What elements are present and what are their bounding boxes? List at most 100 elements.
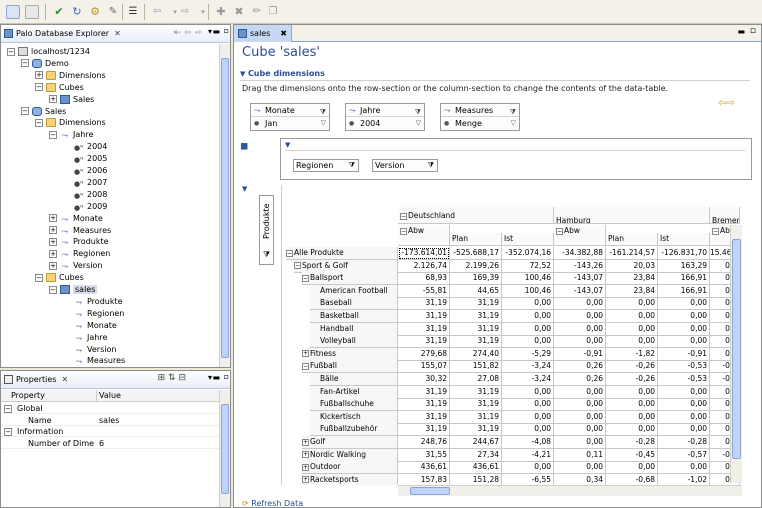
value-column-header[interactable]: Value: [99, 391, 121, 400]
edit-icon[interactable]: ✏: [250, 5, 264, 19]
save-icon[interactable]: [6, 5, 20, 19]
data-cell[interactable]: 31,19: [398, 335, 450, 349]
version-header[interactable]: Ist: [658, 233, 710, 246]
collapse-toggle-icon[interactable]: −: [712, 227, 719, 235]
data-cell[interactable]: 31,19: [450, 335, 502, 349]
maximize-icon[interactable]: ▫: [750, 26, 756, 36]
data-cell[interactable]: 23,84: [606, 272, 658, 286]
row-header[interactable]: + Fitness: [302, 347, 398, 361]
data-cell[interactable]: -0,26: [606, 360, 658, 374]
dimension-value-dropdown[interactable]: ● Menge ▽: [441, 117, 519, 130]
data-cell[interactable]: 0,00: [502, 398, 554, 412]
row-header[interactable]: American Football: [310, 284, 398, 298]
data-cell[interactable]: 0,11: [554, 448, 606, 462]
expand-toggle-icon[interactable]: −: [302, 362, 309, 370]
data-cell[interactable]: 0,00: [606, 385, 658, 399]
data-cell[interactable]: 0,00: [606, 423, 658, 437]
minimize-icon[interactable]: ▬: [212, 373, 220, 382]
data-cell[interactable]: -0,53: [658, 373, 710, 386]
add-icon[interactable]: ✚: [214, 5, 228, 19]
tree-node[interactable]: + Dimensions: [35, 70, 106, 82]
filter-icon[interactable]: ⧩: [263, 250, 270, 260]
data-cell[interactable]: 0,00: [658, 461, 710, 475]
row-header[interactable]: Volleyball: [310, 335, 398, 349]
scrollbar-thumb[interactable]: [221, 404, 229, 494]
tree-node[interactable]: − Dimensions: [35, 117, 106, 129]
refresh-icon[interactable]: ↻: [70, 5, 84, 19]
data-cell[interactable]: -1,02: [658, 473, 710, 485]
data-cell[interactable]: 151,82: [450, 360, 502, 374]
data-cell[interactable]: 31,19: [450, 297, 502, 311]
column-dimensions-area[interactable]: ▼ Regionen ⧩ Version ⧩: [280, 138, 752, 180]
expand-toggle-icon[interactable]: −: [49, 130, 57, 139]
data-cell[interactable]: -0,45: [606, 448, 658, 462]
data-cell[interactable]: 31,19: [450, 322, 502, 336]
property-row[interactable]: Name sales: [1, 415, 219, 426]
collapse-toggle-icon[interactable]: −: [556, 227, 563, 235]
view-menu-icon[interactable]: ▾: [208, 27, 212, 36]
tree-node[interactable]: ●ᴺ 2004: [63, 141, 107, 153]
maximize-icon[interactable]: ▫: [224, 26, 229, 35]
row-header[interactable]: Bälle: [310, 373, 398, 386]
tree-node[interactable]: ⤳ Measures: [63, 355, 125, 367]
data-cell[interactable]: 0,00: [502, 385, 554, 399]
data-cell[interactable]: 0,00: [606, 461, 658, 475]
data-cell[interactable]: 155,07: [398, 360, 450, 374]
expand-toggle-icon[interactable]: −: [49, 285, 57, 294]
data-cell[interactable]: 169,39: [450, 272, 502, 286]
data-cell[interactable]: -0,28: [606, 436, 658, 449]
data-cell[interactable]: -0,91: [554, 347, 606, 361]
tree-node[interactable]: − Sales: [21, 106, 66, 118]
data-cell[interactable]: 27,34: [450, 448, 502, 462]
row-header[interactable]: + Outdoor: [302, 461, 398, 475]
data-cell[interactable]: 0,00: [554, 310, 606, 323]
region-header[interactable]: Bremen: [710, 207, 740, 224]
save-all-icon[interactable]: [25, 5, 39, 19]
chevron-down-icon[interactable]: ▽: [416, 117, 421, 130]
data-cell[interactable]: 31,19: [398, 297, 450, 311]
collapse-toggle-icon[interactable]: −: [400, 212, 407, 220]
data-cell[interactable]: 274,40: [450, 347, 502, 361]
data-cell[interactable]: 31,19: [398, 423, 450, 437]
data-cell[interactable]: 0,34: [554, 473, 606, 485]
data-cell[interactable]: 100,46: [502, 284, 554, 298]
expand-toggle-icon[interactable]: +: [302, 451, 309, 459]
explorer-scrollbar[interactable]: [219, 44, 230, 367]
expand-toggle-icon[interactable]: −: [35, 83, 43, 92]
row-header[interactable]: − Sport & Golf: [294, 259, 398, 273]
data-cell[interactable]: -126.831,70: [658, 247, 710, 260]
expand-toggle-icon[interactable]: +: [49, 249, 57, 258]
data-cell[interactable]: 436,61: [398, 461, 450, 475]
version-header[interactable]: − Abw: [398, 225, 450, 246]
expand-toggle-icon[interactable]: +: [302, 438, 309, 446]
version-header[interactable]: Plan: [606, 233, 658, 246]
data-cell[interactable]: 0,00: [554, 335, 606, 349]
collapse-icon[interactable]: ▼: [242, 185, 247, 193]
tree-node[interactable]: ●ᴺ 2006: [63, 165, 107, 177]
data-cell[interactable]: 0,00: [658, 398, 710, 412]
tree-node[interactable]: ●ᴺ 2008: [63, 189, 107, 201]
row-header[interactable]: Fußballschuhe: [310, 398, 398, 412]
expand-toggle-icon[interactable]: +: [49, 226, 57, 234]
data-cell[interactable]: 436,61: [450, 461, 502, 475]
data-cell[interactable]: 163,29: [658, 259, 710, 273]
expand-toggle-icon[interactable]: −: [4, 405, 12, 413]
dimension-value-dropdown[interactable]: ● 2004 ▽: [346, 117, 424, 130]
column-dimension[interactable]: Regionen ⧩: [293, 159, 359, 172]
data-cell[interactable]: -6,55: [502, 473, 554, 485]
dimension-selector[interactable]: ⤳ Monate ⧩ ● Jan ▽: [250, 103, 330, 131]
data-cell[interactable]: 0,00: [554, 423, 606, 437]
data-cell[interactable]: -0,57: [658, 448, 710, 462]
data-cell[interactable]: -173.614,01: [398, 247, 450, 260]
data-cell[interactable]: 248,76: [398, 436, 450, 449]
data-cell[interactable]: -0,91: [658, 347, 710, 361]
collapse-icon[interactable]: ▼: [240, 70, 245, 78]
data-cell[interactable]: 0,00: [658, 385, 710, 399]
data-cell[interactable]: -34.382,88: [554, 247, 606, 260]
property-row[interactable]: − Information: [1, 426, 219, 437]
expand-toggle-icon[interactable]: −: [21, 107, 29, 115]
copy-icon[interactable]: ❐: [266, 5, 280, 19]
collapse-icon[interactable]: ▼: [285, 141, 290, 149]
maximize-icon[interactable]: ▫: [224, 372, 229, 381]
data-cell[interactable]: 0,00: [606, 297, 658, 311]
